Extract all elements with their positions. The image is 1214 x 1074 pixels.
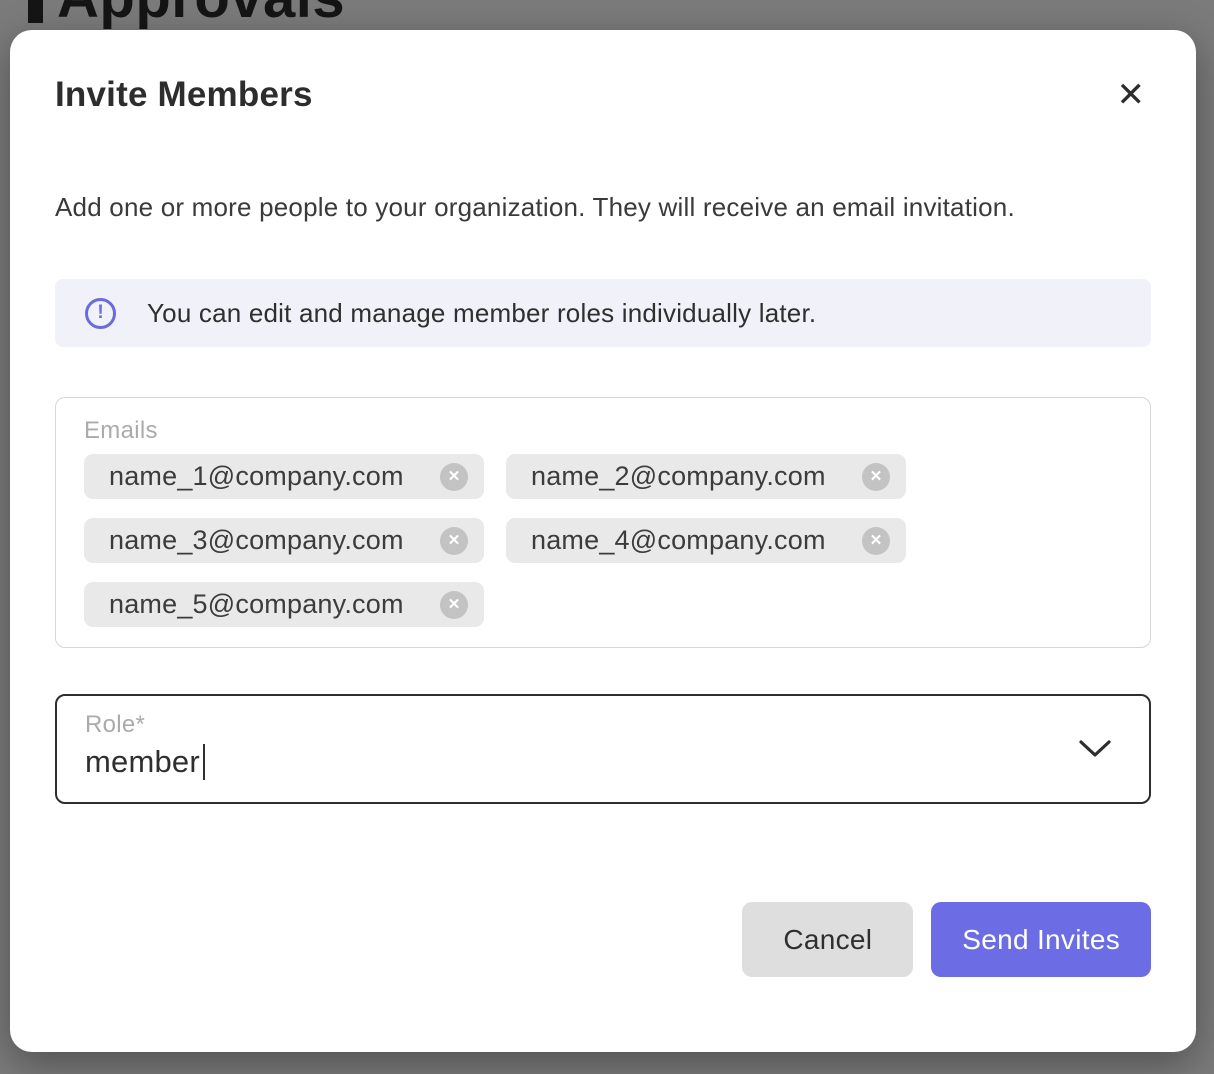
email-chip-text: name_1@company.com bbox=[109, 461, 404, 492]
emails-input-field[interactable]: Emails name_1@company.com ✕ name_2@compa… bbox=[55, 397, 1151, 648]
info-banner: ! You can edit and manage member roles i… bbox=[55, 279, 1151, 347]
email-chips-list: name_1@company.com ✕ name_2@company.com … bbox=[84, 454, 1122, 627]
email-chip-text: name_5@company.com bbox=[109, 589, 404, 620]
email-chip: name_1@company.com ✕ bbox=[84, 454, 484, 499]
email-chip-text: name_2@company.com bbox=[531, 461, 826, 492]
email-chip-text: name_4@company.com bbox=[531, 525, 826, 556]
text-cursor bbox=[203, 744, 205, 780]
dialog-title: Invite Members bbox=[55, 72, 313, 118]
role-value[interactable]: member bbox=[85, 744, 200, 780]
send-invites-button[interactable]: Send Invites bbox=[931, 902, 1151, 977]
dialog-description: Add one or more people to your organizat… bbox=[55, 186, 1065, 229]
email-chip: name_4@company.com ✕ bbox=[506, 518, 906, 563]
remove-email-icon[interactable]: ✕ bbox=[440, 527, 468, 555]
role-select-field[interactable]: Role* member bbox=[55, 694, 1151, 804]
remove-email-icon[interactable]: ✕ bbox=[862, 463, 890, 491]
role-field-label: Role* bbox=[85, 710, 1121, 740]
invite-members-dialog: Invite Members ✕ Add one or more people … bbox=[10, 30, 1196, 1052]
emails-field-label: Emails bbox=[84, 416, 1122, 446]
email-chip-text: name_3@company.com bbox=[109, 525, 404, 556]
email-chip: name_2@company.com ✕ bbox=[506, 454, 906, 499]
info-banner-text: You can edit and manage member roles ind… bbox=[147, 298, 816, 329]
chevron-down-icon[interactable] bbox=[1077, 738, 1113, 760]
remove-email-icon[interactable]: ✕ bbox=[440, 463, 468, 491]
remove-email-icon[interactable]: ✕ bbox=[862, 527, 890, 555]
remove-email-icon[interactable]: ✕ bbox=[440, 591, 468, 619]
info-icon: ! bbox=[85, 298, 116, 329]
cancel-button[interactable]: Cancel bbox=[742, 902, 913, 977]
dialog-header: Invite Members ✕ bbox=[55, 72, 1151, 118]
email-chip: name_5@company.com ✕ bbox=[84, 582, 484, 627]
close-icon[interactable]: ✕ bbox=[1111, 76, 1152, 114]
email-chip: name_3@company.com ✕ bbox=[84, 518, 484, 563]
role-value-row: member bbox=[85, 744, 1121, 780]
dialog-actions: Cancel Send Invites bbox=[55, 902, 1151, 977]
